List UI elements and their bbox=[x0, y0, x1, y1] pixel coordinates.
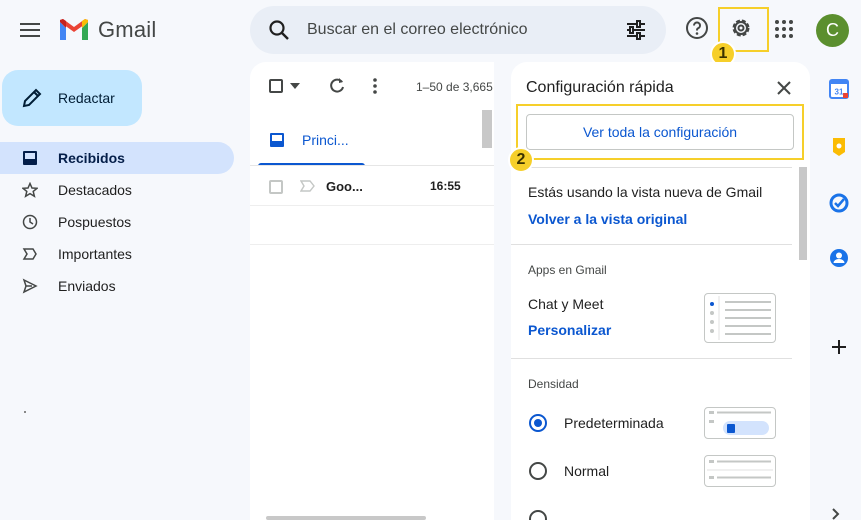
mail-list-panel: 1–50 de 3,665 Princi... Goo... 16:55 bbox=[250, 62, 494, 520]
sidebar-item-label: Recibidos bbox=[58, 150, 125, 166]
row-divider bbox=[250, 244, 494, 245]
horizontal-scrollbar[interactable] bbox=[266, 516, 426, 520]
sidebar-dot bbox=[24, 411, 26, 413]
divider bbox=[511, 358, 792, 359]
svg-text:31: 31 bbox=[835, 88, 844, 97]
mail-toolbar: 1–50 de 3,665 bbox=[250, 62, 494, 110]
sidebar-item-important[interactable]: Importantes bbox=[0, 238, 234, 270]
apps-heading: Apps en Gmail bbox=[528, 263, 607, 277]
density-option-label: Predeterminada bbox=[564, 415, 664, 431]
google-apps-icon[interactable] bbox=[774, 19, 794, 39]
apps-text: Chat y Meet bbox=[528, 296, 604, 312]
sidebar-item-snoozed[interactable]: Pospuestos bbox=[0, 206, 234, 238]
inbox-tab-icon bbox=[270, 133, 284, 147]
more-vert-icon[interactable] bbox=[372, 77, 378, 95]
density-heading: Densidad bbox=[528, 377, 579, 391]
divider bbox=[511, 167, 792, 168]
select-all-checkbox[interactable] bbox=[269, 79, 283, 93]
tab-primary-label: Princi... bbox=[302, 132, 349, 148]
close-icon[interactable] bbox=[775, 79, 793, 97]
table-row[interactable]: Goo... 16:55 bbox=[250, 168, 494, 206]
search-icon[interactable] bbox=[268, 19, 290, 41]
important-icon bbox=[22, 248, 37, 260]
clock-icon bbox=[22, 214, 38, 230]
account-avatar[interactable]: C bbox=[816, 14, 849, 47]
pencil-icon bbox=[22, 88, 42, 108]
customize-link[interactable]: Personalizar bbox=[528, 322, 611, 338]
search-options-icon[interactable] bbox=[625, 19, 647, 41]
help-icon[interactable] bbox=[684, 15, 710, 41]
search-bar[interactable]: Buscar en el correo electrónico bbox=[250, 6, 666, 54]
gmail-m-icon bbox=[60, 19, 88, 40]
search-input[interactable]: Buscar en el correo electrónico bbox=[307, 21, 528, 39]
step-badge-2: 2 bbox=[508, 147, 534, 173]
tasks-icon[interactable] bbox=[829, 193, 849, 213]
sidebar-item-label: Enviados bbox=[58, 278, 116, 294]
density-normal-preview bbox=[704, 455, 776, 487]
gmail-logo[interactable]: Gmail bbox=[58, 17, 156, 43]
sidebar-item-inbox[interactable]: Recibidos bbox=[0, 142, 234, 174]
density-normal-radio[interactable] bbox=[529, 462, 547, 480]
quick-settings-scrollbar[interactable] bbox=[799, 167, 807, 260]
row-time: 16:55 bbox=[430, 179, 461, 193]
chat-meet-preview bbox=[704, 293, 776, 343]
keep-icon[interactable] bbox=[829, 137, 849, 157]
revert-view-link[interactable]: Volver a la vista original bbox=[528, 211, 687, 227]
calendar-icon[interactable]: 31 bbox=[829, 79, 849, 99]
add-addon-icon[interactable] bbox=[829, 337, 849, 357]
important-marker-icon[interactable] bbox=[300, 180, 316, 192]
sidebar-item-label: Pospuestos bbox=[58, 214, 132, 230]
density-default-preview bbox=[704, 407, 776, 439]
chevron-right-icon[interactable] bbox=[831, 508, 841, 520]
sidebar-item-sent[interactable]: Enviados bbox=[0, 270, 234, 302]
contacts-icon[interactable] bbox=[829, 248, 849, 268]
row-checkbox[interactable] bbox=[269, 180, 283, 194]
caret-down-icon[interactable] bbox=[290, 83, 300, 89]
tab-primary[interactable]: Princi... bbox=[258, 118, 365, 166]
layout-preview-icon bbox=[710, 296, 771, 340]
sidebar-item-label: Importantes bbox=[58, 246, 132, 262]
sidebar-item-starred[interactable]: Destacados bbox=[0, 174, 234, 206]
density-compact-radio[interactable] bbox=[529, 510, 547, 520]
app-name: Gmail bbox=[98, 17, 157, 42]
inbox-icon bbox=[23, 151, 37, 165]
main-menu-button[interactable] bbox=[14, 14, 46, 46]
see-all-highlight-box bbox=[516, 104, 804, 160]
refresh-icon[interactable] bbox=[328, 77, 346, 95]
star-icon bbox=[22, 182, 38, 198]
row-sender: Goo... bbox=[326, 179, 363, 194]
density-default-radio[interactable] bbox=[529, 414, 547, 432]
compose-button[interactable]: Redactar bbox=[2, 70, 142, 126]
sidebar-item-label: Destacados bbox=[58, 182, 132, 198]
density-default-icon bbox=[709, 411, 771, 435]
send-icon bbox=[22, 278, 38, 294]
tab-divider bbox=[250, 165, 494, 166]
pagination-text: 1–50 de 3,665 bbox=[416, 80, 493, 94]
top-bar: Gmail Buscar en el correo electrónico 1 … bbox=[0, 0, 861, 67]
divider bbox=[511, 244, 792, 245]
density-option-label: Normal bbox=[564, 463, 610, 479]
compose-label: Redactar bbox=[58, 90, 115, 106]
hamburger-icon bbox=[20, 23, 40, 37]
quick-settings-title: Configuración rápida bbox=[526, 79, 674, 96]
view-mode-text: Estás usando la vista nueva de Gmail bbox=[528, 184, 763, 200]
mail-scrollbar[interactable] bbox=[482, 110, 492, 148]
density-normal-icon bbox=[707, 460, 773, 479]
